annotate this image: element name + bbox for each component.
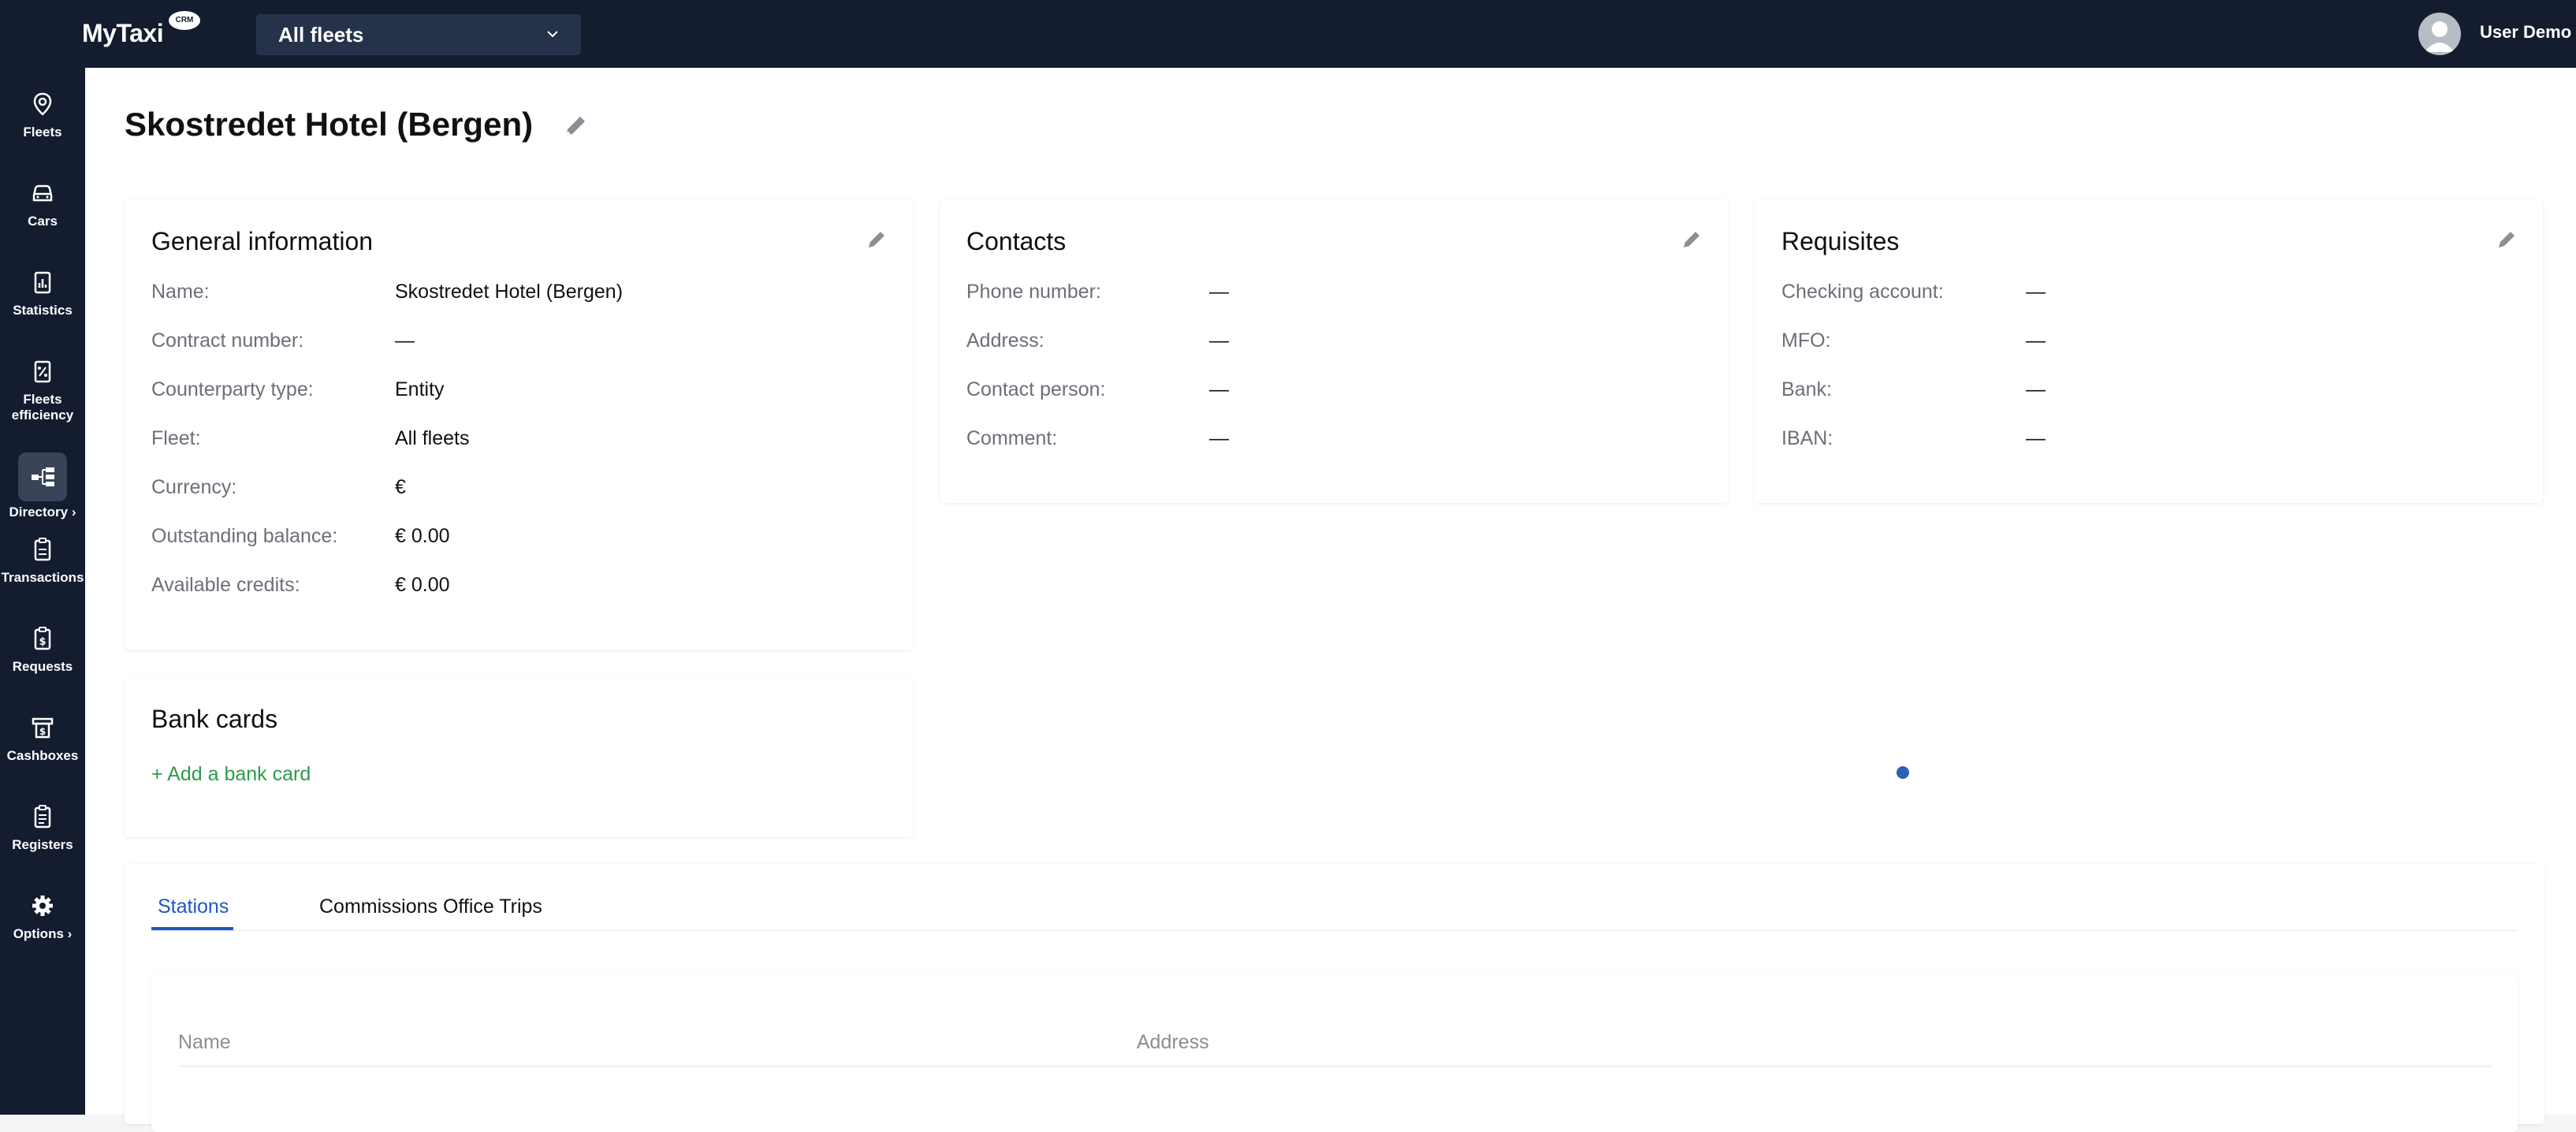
edit-title-pencil-icon[interactable] <box>561 112 590 140</box>
svg-text:$: $ <box>39 726 46 737</box>
crm-badge: CRM <box>169 11 200 30</box>
app-logo[interactable]: MyTaxi <box>82 19 164 48</box>
sidebar-item-label: Fleets <box>23 125 62 140</box>
sidebar-item-fleets-efficiency[interactable]: Fleets efficiency <box>0 356 85 423</box>
column-header-name[interactable]: Name <box>178 1031 231 1054</box>
card-title: Bank cards <box>151 705 278 733</box>
sidebar-item-label: Cashboxes <box>6 748 79 763</box>
sidebar-item-options[interactable]: Options › <box>0 890 85 942</box>
sidebar-item-label: Registers <box>12 837 73 852</box>
card-title: General information <box>151 227 374 255</box>
chevron-right-icon: › <box>63 926 73 941</box>
fleet-select-value: All fleets <box>278 23 364 47</box>
gear-icon <box>32 896 53 916</box>
column-header-address[interactable]: Address <box>1137 1031 1209 1054</box>
top-bar: MyTaxi CRM All fleets User Demo <box>0 0 2576 68</box>
statistics-icon <box>34 271 51 294</box>
sidebar-item-registers[interactable]: Registers <box>0 801 85 853</box>
sidebar-item-cashboxes[interactable]: $ Cashboxes <box>0 712 85 764</box>
sidebar-item-label: Transactions <box>1 570 84 585</box>
chevron-down-icon <box>547 31 558 38</box>
user-name: User Demo <box>2480 22 2572 42</box>
table-header-divider <box>178 1066 2491 1067</box>
sidebar-item-label: Directory <box>9 505 69 519</box>
sidebar-item-label: Cars <box>28 214 58 229</box>
sidebar-item-label: Statistics <box>13 303 73 318</box>
clipboard-icon <box>34 538 51 561</box>
user-menu[interactable]: User Demo <box>2418 13 2576 55</box>
main-content: Skostredet Hotel (Bergen) General inform… <box>85 68 2576 1132</box>
edit-pencil-icon[interactable] <box>1681 229 1703 251</box>
sidebar-item-fleets[interactable]: Fleets <box>0 88 85 140</box>
card-title: Requisites <box>1781 227 1900 255</box>
cashbox-icon: $ <box>32 717 54 739</box>
map-pin-icon <box>33 92 52 116</box>
tab-commissions-office-trips[interactable]: Commissions Office Trips <box>319 896 542 918</box>
percent-icon <box>34 360 51 383</box>
avatar <box>2418 13 2461 55</box>
bank-cards-card: Bank cards + Add a bank card <box>125 678 913 837</box>
tab-stations[interactable]: Stations <box>158 896 229 918</box>
page-title: Skostredet Hotel (Bergen) <box>125 106 534 143</box>
sidebar-item-label: Options <box>13 926 64 941</box>
directory-icon <box>32 467 54 486</box>
contacts-card: Contacts Phone number: — Address: — Contac… <box>940 200 1728 503</box>
edit-pencil-icon[interactable] <box>865 229 888 251</box>
sidebar-item-label: Fleets efficiency <box>11 392 74 423</box>
register-icon <box>34 805 51 829</box>
active-item-highlight <box>18 452 67 501</box>
loading-indicator <box>1897 766 1909 779</box>
sidebar-item-cars[interactable]: Cars <box>0 177 85 229</box>
dollar-clipboard-icon: $ <box>34 627 51 650</box>
sidebar-item-directory[interactable]: Directory › <box>0 452 85 520</box>
sidebar-item-label: Requests <box>12 659 73 674</box>
sidebar-item-transactions[interactable]: Transactions <box>0 534 85 586</box>
card-title: Contacts <box>966 227 1067 255</box>
general-information-card: General information Name: Skostredet Hote… <box>125 200 913 650</box>
sidebar: Fleets Cars Statistics Fleets efficiency… <box>0 68 85 1115</box>
chevron-right-icon: › <box>68 505 76 519</box>
add-bank-card-link[interactable]: + Add a bank card <box>151 763 311 786</box>
svg-text:$: $ <box>39 636 46 648</box>
tabs-section: Stations Commissions Office Trips Name A… <box>125 864 2544 1132</box>
fleet-select[interactable]: All fleets <box>256 14 581 55</box>
stations-table: Name Address <box>151 974 2518 1132</box>
car-icon <box>32 184 53 202</box>
sidebar-item-requests[interactable]: $ Requests <box>0 623 85 675</box>
active-tab-indicator <box>151 927 233 930</box>
sidebar-item-statistics[interactable]: Statistics <box>0 266 85 318</box>
requisites-card: Requisites Checking account: — MFO: — Bank… <box>1755 200 2543 503</box>
edit-pencil-icon[interactable] <box>2496 229 2518 251</box>
tabs-divider <box>151 930 2518 931</box>
